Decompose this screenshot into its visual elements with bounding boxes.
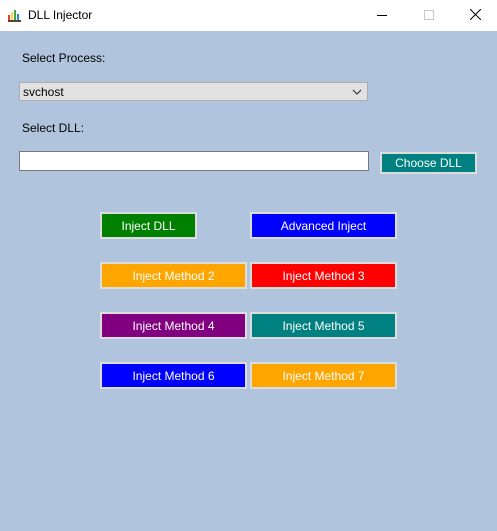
chevron-down-icon bbox=[351, 86, 363, 98]
inject-method-5-button[interactable]: Inject Method 5 bbox=[250, 312, 397, 339]
title-bar[interactable]: DLL Injector bbox=[0, 0, 497, 31]
process-select[interactable]: svchost bbox=[19, 82, 368, 101]
select-dll-label: Select DLL: bbox=[22, 121, 85, 135]
process-select-value: svchost bbox=[23, 85, 64, 99]
select-process-label: Select Process: bbox=[22, 51, 106, 65]
inject-dll-button[interactable]: Inject DLL bbox=[100, 212, 197, 239]
minimize-icon bbox=[377, 9, 387, 23]
inject-method-2-button[interactable]: Inject Method 2 bbox=[100, 262, 247, 289]
inject-method-4-button[interactable]: Inject Method 4 bbox=[100, 312, 247, 339]
inject-method-6-button[interactable]: Inject Method 6 bbox=[100, 362, 247, 389]
close-button[interactable] bbox=[452, 0, 497, 31]
inject-method-3-button[interactable]: Inject Method 3 bbox=[250, 262, 397, 289]
choose-dll-button[interactable]: Choose DLL bbox=[380, 152, 477, 174]
dll-injector-window: DLL Injector Select Process: svchost Sel… bbox=[0, 0, 497, 531]
minimize-button[interactable] bbox=[359, 0, 405, 31]
inject-method-7-button[interactable]: Inject Method 7 bbox=[250, 362, 397, 389]
advanced-inject-button[interactable]: Advanced Inject bbox=[250, 212, 397, 239]
maximize-icon bbox=[424, 9, 434, 23]
window-title: DLL Injector bbox=[28, 8, 93, 22]
maximize-button[interactable] bbox=[406, 0, 452, 31]
dll-path-input[interactable] bbox=[19, 151, 369, 171]
app-icon bbox=[8, 9, 22, 22]
close-icon bbox=[469, 8, 481, 23]
